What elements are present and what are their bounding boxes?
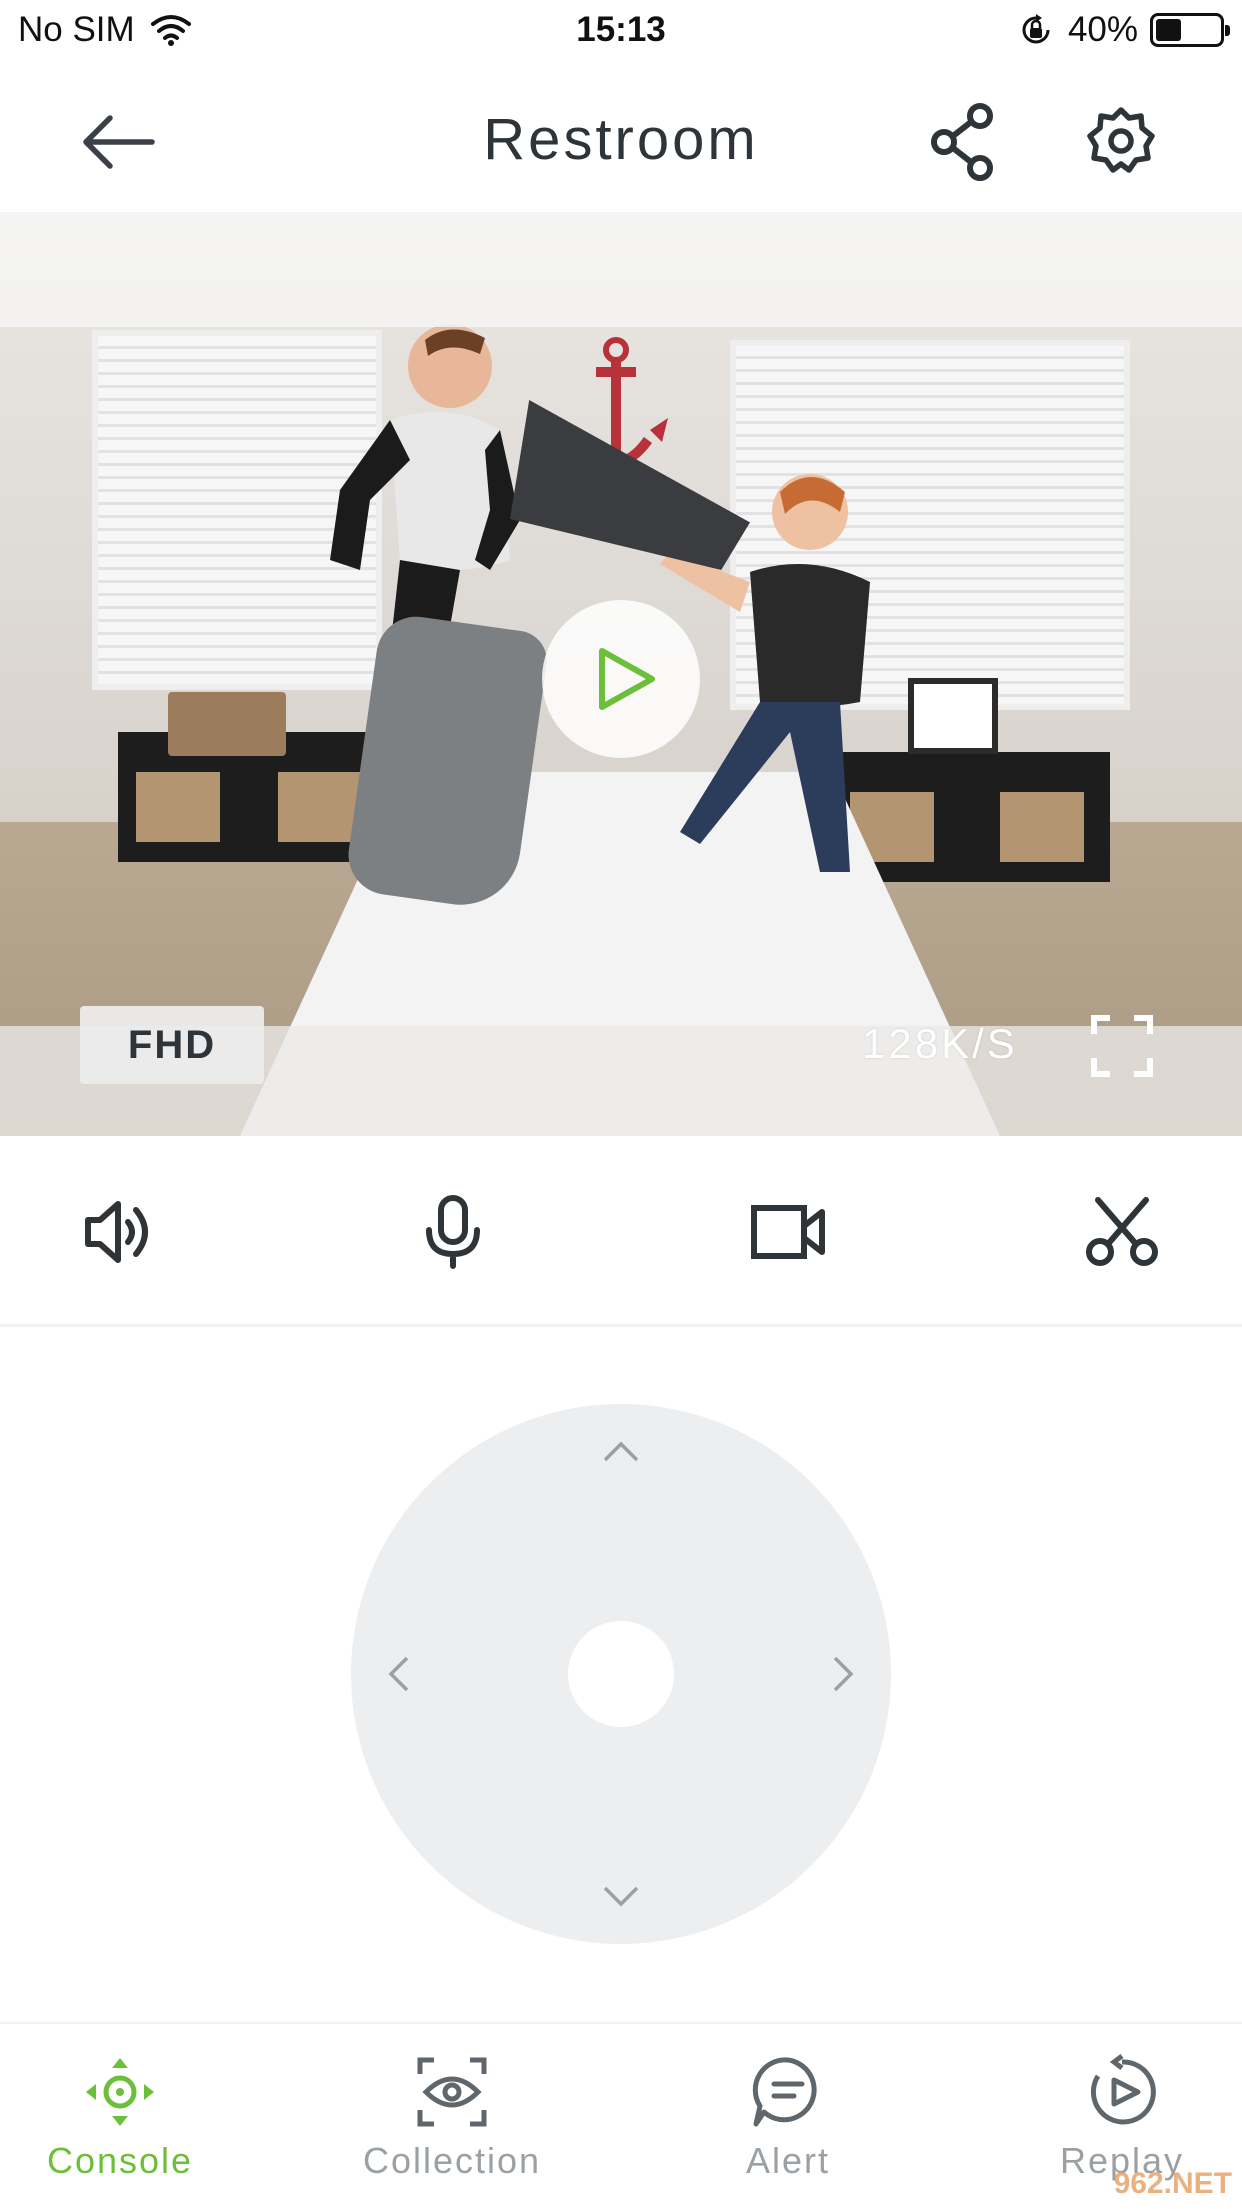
- video-camera-icon: [751, 1205, 825, 1259]
- basket: [168, 692, 286, 756]
- chevron-right-icon: [833, 1656, 854, 1692]
- rotation-lock-icon: [1022, 14, 1050, 44]
- ptz-left-button[interactable]: [377, 1652, 421, 1696]
- video-feed[interactable]: FHD 128K/S: [0, 212, 1242, 1136]
- status-right: 40%: [1018, 10, 1230, 50]
- microphone-button[interactable]: [413, 1192, 493, 1272]
- ptz-up-button[interactable]: [599, 1430, 643, 1474]
- joystick-knob[interactable]: [568, 1621, 674, 1727]
- dpad-icon: [86, 2058, 154, 2126]
- battery-percent: 40%: [1067, 10, 1138, 49]
- chevron-down-icon: [603, 1886, 639, 1907]
- quality-button[interactable]: FHD: [80, 1006, 264, 1084]
- fullscreen-icon[interactable]: [1090, 1014, 1154, 1078]
- message-icon: [752, 2057, 817, 2127]
- watermark-logo: 962.NET: [1113, 2167, 1232, 2200]
- controls-row: [0, 1136, 1242, 1326]
- share-icon[interactable]: [928, 102, 998, 182]
- chevron-up-icon: [603, 1441, 639, 1462]
- tab-console-label: Console: [46, 2140, 194, 2181]
- screenshot-button[interactable]: [1082, 1192, 1162, 1272]
- ptz-down-button[interactable]: [599, 1874, 643, 1918]
- tab-alert[interactable]: Alert: [668, 2054, 908, 2194]
- battery-icon: [1150, 13, 1230, 47]
- gear-icon[interactable]: [1086, 106, 1156, 176]
- play-icon: [599, 648, 655, 710]
- divider: [0, 1324, 1242, 1327]
- tab-console[interactable]: Console: [0, 2054, 240, 2194]
- speaker-button[interactable]: [80, 1192, 160, 1272]
- nav-bar: Restroom: [0, 72, 1242, 212]
- video-blur-top: [0, 212, 1242, 327]
- tab-collection[interactable]: Collection: [332, 2054, 572, 2194]
- bitrate-label: 128K/S: [862, 1020, 1018, 1067]
- record-button[interactable]: [748, 1192, 828, 1272]
- chevron-left-icon: [388, 1656, 409, 1692]
- microphone-icon: [426, 1195, 480, 1269]
- eye-scan-icon: [417, 2057, 487, 2127]
- battery-level: [1156, 19, 1181, 41]
- tab-alert-label: Alert: [745, 2140, 831, 2181]
- speaker-icon: [85, 1201, 148, 1263]
- ptz-right-button[interactable]: [821, 1652, 865, 1696]
- ptz-joystick[interactable]: [351, 1404, 891, 1944]
- scissors-icon: [1086, 1197, 1158, 1266]
- tab-collection-label: Collection: [362, 2140, 542, 2181]
- page-title: Restroom: [483, 107, 759, 172]
- replay-icon: [1090, 2054, 1156, 2125]
- picture-frame: [908, 678, 998, 754]
- status-bar: No SIM 15:13 40%: [0, 0, 1242, 62]
- play-button[interactable]: [542, 600, 700, 758]
- tab-bar: Console Collection Alert Replay 962.NET: [0, 2022, 1242, 2209]
